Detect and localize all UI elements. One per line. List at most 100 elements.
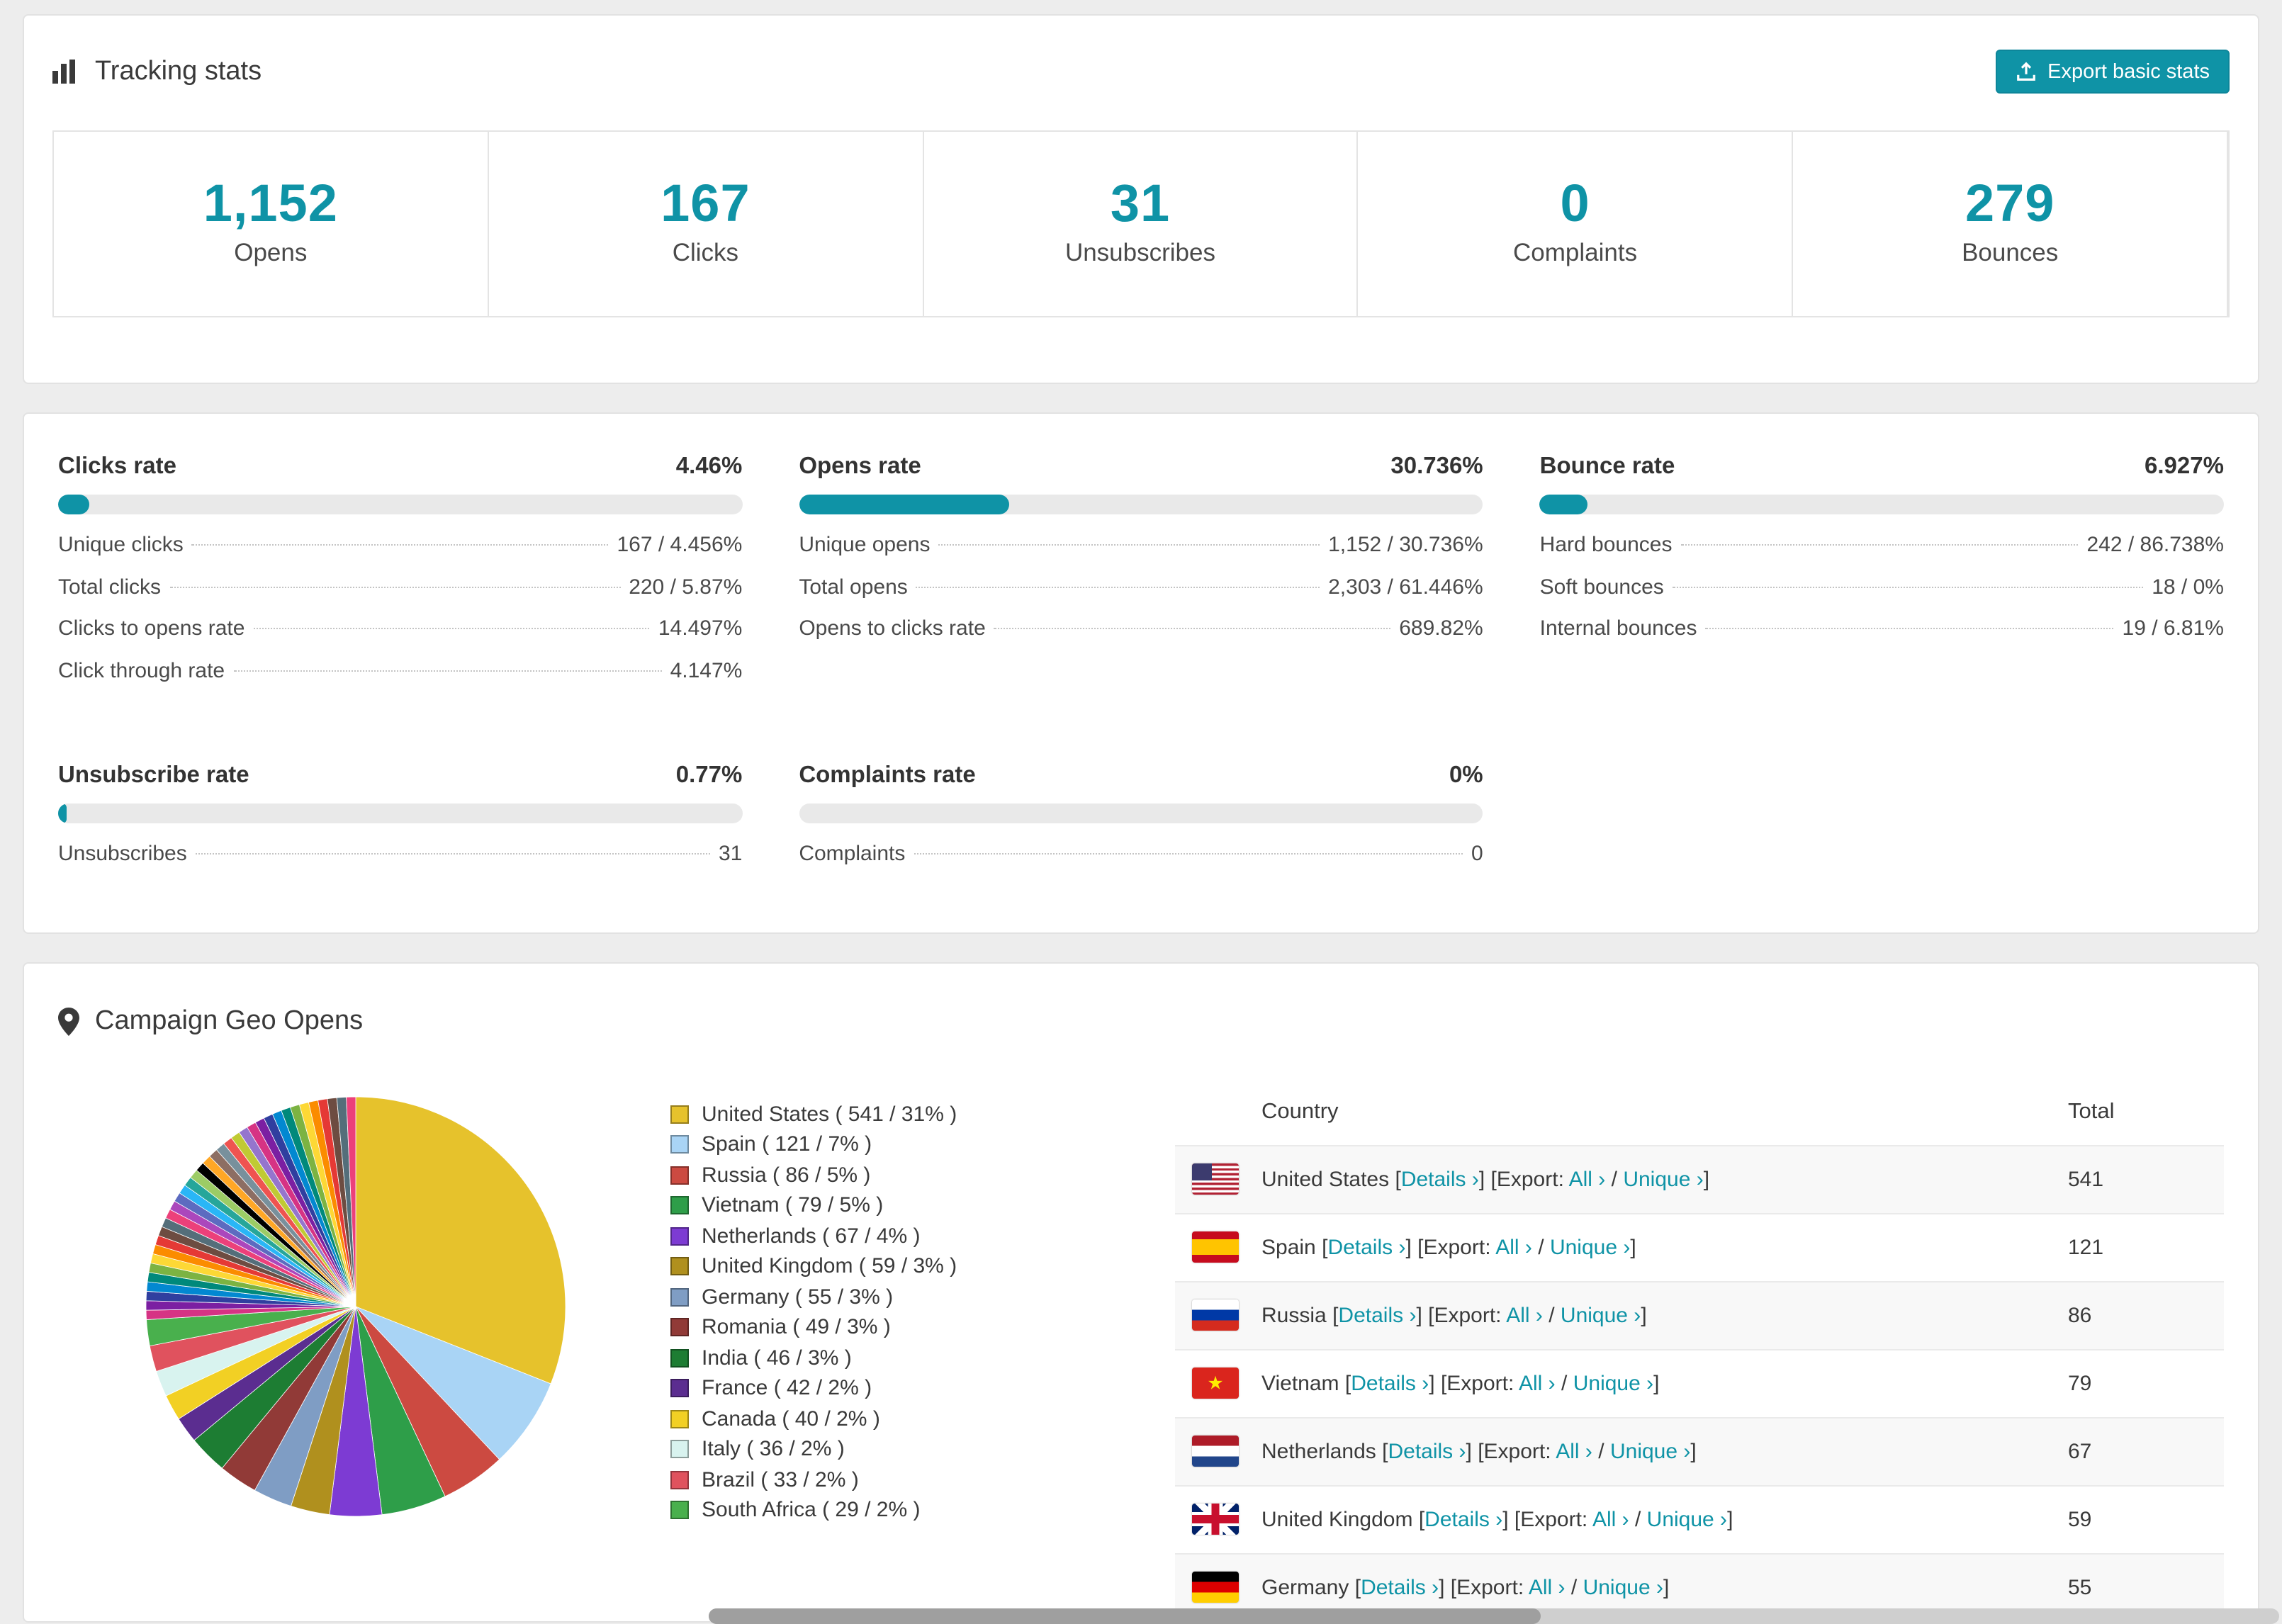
legend-label: France ( 42 / 2% ): [702, 1376, 872, 1401]
details-link[interactable]: Details ›: [1424, 1507, 1502, 1531]
table-row: United Kingdom [Details ›] [Export: All …: [1175, 1484, 2224, 1552]
export-all-link[interactable]: All ›: [1506, 1303, 1543, 1327]
legend-item: United States ( 541 / 31% ): [670, 1099, 1039, 1129]
details-link[interactable]: Details ›: [1338, 1303, 1416, 1327]
details-link[interactable]: Details ›: [1401, 1167, 1479, 1191]
complaints-rate-block: Complaints rate 0% Complaints 0: [799, 762, 1483, 884]
dotted-leader: [191, 544, 609, 546]
slash: /: [1561, 1371, 1568, 1395]
export-prefix: [Export:: [1450, 1575, 1524, 1599]
horizontal-scrollbar[interactable]: [709, 1608, 2279, 1624]
bounce-rate-block: Bounce rate 6.927% Hard bounces 242 / 86…: [1539, 453, 2224, 700]
country-flag: [1192, 1231, 1239, 1263]
opens-rate-block: Opens rate 30.736% Unique opens 1,152 / …: [799, 453, 1483, 700]
stat-cell: 1,152 Opens: [54, 132, 489, 316]
clicks-rate-header: Clicks rate 4.46%: [58, 453, 742, 480]
geo-table-rows: United States [Details ›] [Export: All ›…: [1175, 1144, 2224, 1620]
complaints-rate-title: Complaints rate: [799, 762, 976, 788]
bounce-rate-progress-fill: [1539, 495, 1587, 514]
country-cell: Netherlands [Details ›] [Export: All › /…: [1261, 1439, 2068, 1463]
export-prefix: [Export:: [1440, 1371, 1514, 1395]
details-link[interactable]: Details ›: [1327, 1235, 1405, 1259]
country-cell: Russia [Details ›] [Export: All › / Uniq…: [1261, 1303, 2068, 1327]
unsubscribe-rate-rows: Unsubscribes 31: [58, 842, 742, 884]
export-unique-link[interactable]: Unique ›: [1573, 1371, 1653, 1395]
dotted-leader: [938, 544, 1320, 546]
clicks-rate-value: 4.46%: [675, 453, 743, 479]
scrollbar-thumb[interactable]: [709, 1608, 1541, 1624]
legend-item: Vietnam ( 79 / 5% ): [670, 1190, 1039, 1221]
total-cell: 55: [2068, 1575, 2092, 1599]
opens-rate-value: 30.736%: [1390, 453, 1483, 479]
rate-row-value: 19 / 6.81%: [2122, 616, 2224, 641]
country-flag: [1192, 1368, 1239, 1399]
bracket: ]: [1630, 1235, 1636, 1259]
bracket: ]: [1439, 1575, 1445, 1599]
export-unique-link[interactable]: Unique ›: [1550, 1235, 1630, 1259]
slash: /: [1634, 1507, 1641, 1531]
opens-rate-progressbar: [799, 495, 1483, 514]
details-link[interactable]: Details ›: [1388, 1439, 1466, 1463]
table-row: Russia [Details ›] [Export: All › / Uniq…: [1175, 1280, 2224, 1348]
geo-content: United States ( 541 / 31% ) Spain ( 121 …: [58, 1079, 2224, 1620]
country-cell: Vietnam [Details ›] [Export: All › / Uni…: [1261, 1371, 2068, 1395]
legend-item: Brazil ( 33 / 2% ): [670, 1465, 1039, 1495]
bracket: ]: [1502, 1507, 1509, 1531]
table-row: Netherlands [Details ›] [Export: All › /…: [1175, 1416, 2224, 1484]
rate-row: Total opens 2,303 / 61.446%: [799, 575, 1483, 616]
legend-swatch: [670, 1166, 689, 1185]
country-cell: Spain [Details ›] [Export: All › / Uniqu…: [1261, 1235, 2068, 1259]
export-unique-link[interactable]: Unique ›: [1610, 1439, 1690, 1463]
export-all-link[interactable]: All ›: [1519, 1371, 1556, 1395]
geo-pie-chart: [143, 1093, 568, 1518]
export-unique-link[interactable]: Unique ›: [1623, 1167, 1703, 1191]
stat-value: 279: [1965, 174, 2055, 232]
legend-label: Russia ( 86 / 5% ): [702, 1163, 871, 1188]
legend-swatch: [670, 1135, 689, 1154]
export-all-link[interactable]: All ›: [1556, 1439, 1592, 1463]
rate-row: Complaints 0: [799, 842, 1483, 884]
legend-swatch: [670, 1227, 689, 1246]
rate-row: Clicks to opens rate 14.497%: [58, 616, 742, 658]
details-link[interactable]: Details ›: [1361, 1575, 1439, 1599]
stat-label: Unsubscribes: [1064, 238, 1215, 266]
rate-row-value: 2,303 / 61.446%: [1328, 575, 1483, 599]
rate-row-value: 242 / 86.738%: [2086, 533, 2224, 557]
export-all-link[interactable]: All ›: [1495, 1235, 1532, 1259]
dotted-leader: [1680, 544, 2079, 546]
total-cell: 541: [2068, 1167, 2104, 1191]
rate-row: Click through rate 4.147%: [58, 658, 742, 700]
legend-item: Netherlands ( 67 / 4% ): [670, 1221, 1039, 1251]
bracket: ]: [1478, 1167, 1485, 1191]
bounce-rate-header: Bounce rate 6.927%: [1540, 453, 2224, 480]
pie-chart-svg: [145, 1095, 566, 1516]
campaign-geo-opens-title: Campaign Geo Opens: [58, 1005, 2224, 1037]
rate-row: Internal bounces 19 / 6.81%: [1540, 616, 2224, 658]
table-row: United States [Details ›] [Export: All ›…: [1175, 1144, 2224, 1212]
bracket: [: [1418, 1507, 1425, 1531]
opens-rate-title: Opens rate: [799, 453, 921, 479]
dotted-leader: [1672, 586, 2144, 587]
export-unique-link[interactable]: Unique ›: [1583, 1575, 1663, 1599]
bracket: ]: [1727, 1507, 1733, 1531]
export-all-link[interactable]: All ›: [1569, 1167, 1606, 1191]
bracket: [: [1354, 1575, 1361, 1599]
country-flag: [1192, 1436, 1239, 1467]
export-all-link[interactable]: All ›: [1529, 1575, 1566, 1599]
rate-row-label: Complaints: [799, 842, 906, 866]
campaign-overview-page: Tracking stats Export basic stats 1,152 …: [0, 0, 2282, 1624]
bracket: ]: [1405, 1235, 1412, 1259]
export-basic-stats-button[interactable]: Export basic stats: [1995, 50, 2230, 94]
export-unique-link[interactable]: Unique ›: [1561, 1303, 1641, 1327]
dotted-leader: [1705, 628, 2114, 629]
bracket: ]: [1641, 1303, 1647, 1327]
table-row: Spain [Details ›] [Export: All › / Uniqu…: [1175, 1212, 2224, 1280]
geo-legend: United States ( 541 / 31% ) Spain ( 121 …: [670, 1079, 1039, 1526]
bracket: ]: [1690, 1439, 1697, 1463]
rate-row: Unique clicks 167 / 4.456%: [58, 533, 742, 575]
details-link[interactable]: Details ›: [1351, 1371, 1429, 1395]
export-all-link[interactable]: All ›: [1592, 1507, 1629, 1531]
dotted-leader: [233, 670, 662, 671]
export-unique-link[interactable]: Unique ›: [1647, 1507, 1727, 1531]
rate-row-label: Unsubscribes: [58, 842, 187, 866]
